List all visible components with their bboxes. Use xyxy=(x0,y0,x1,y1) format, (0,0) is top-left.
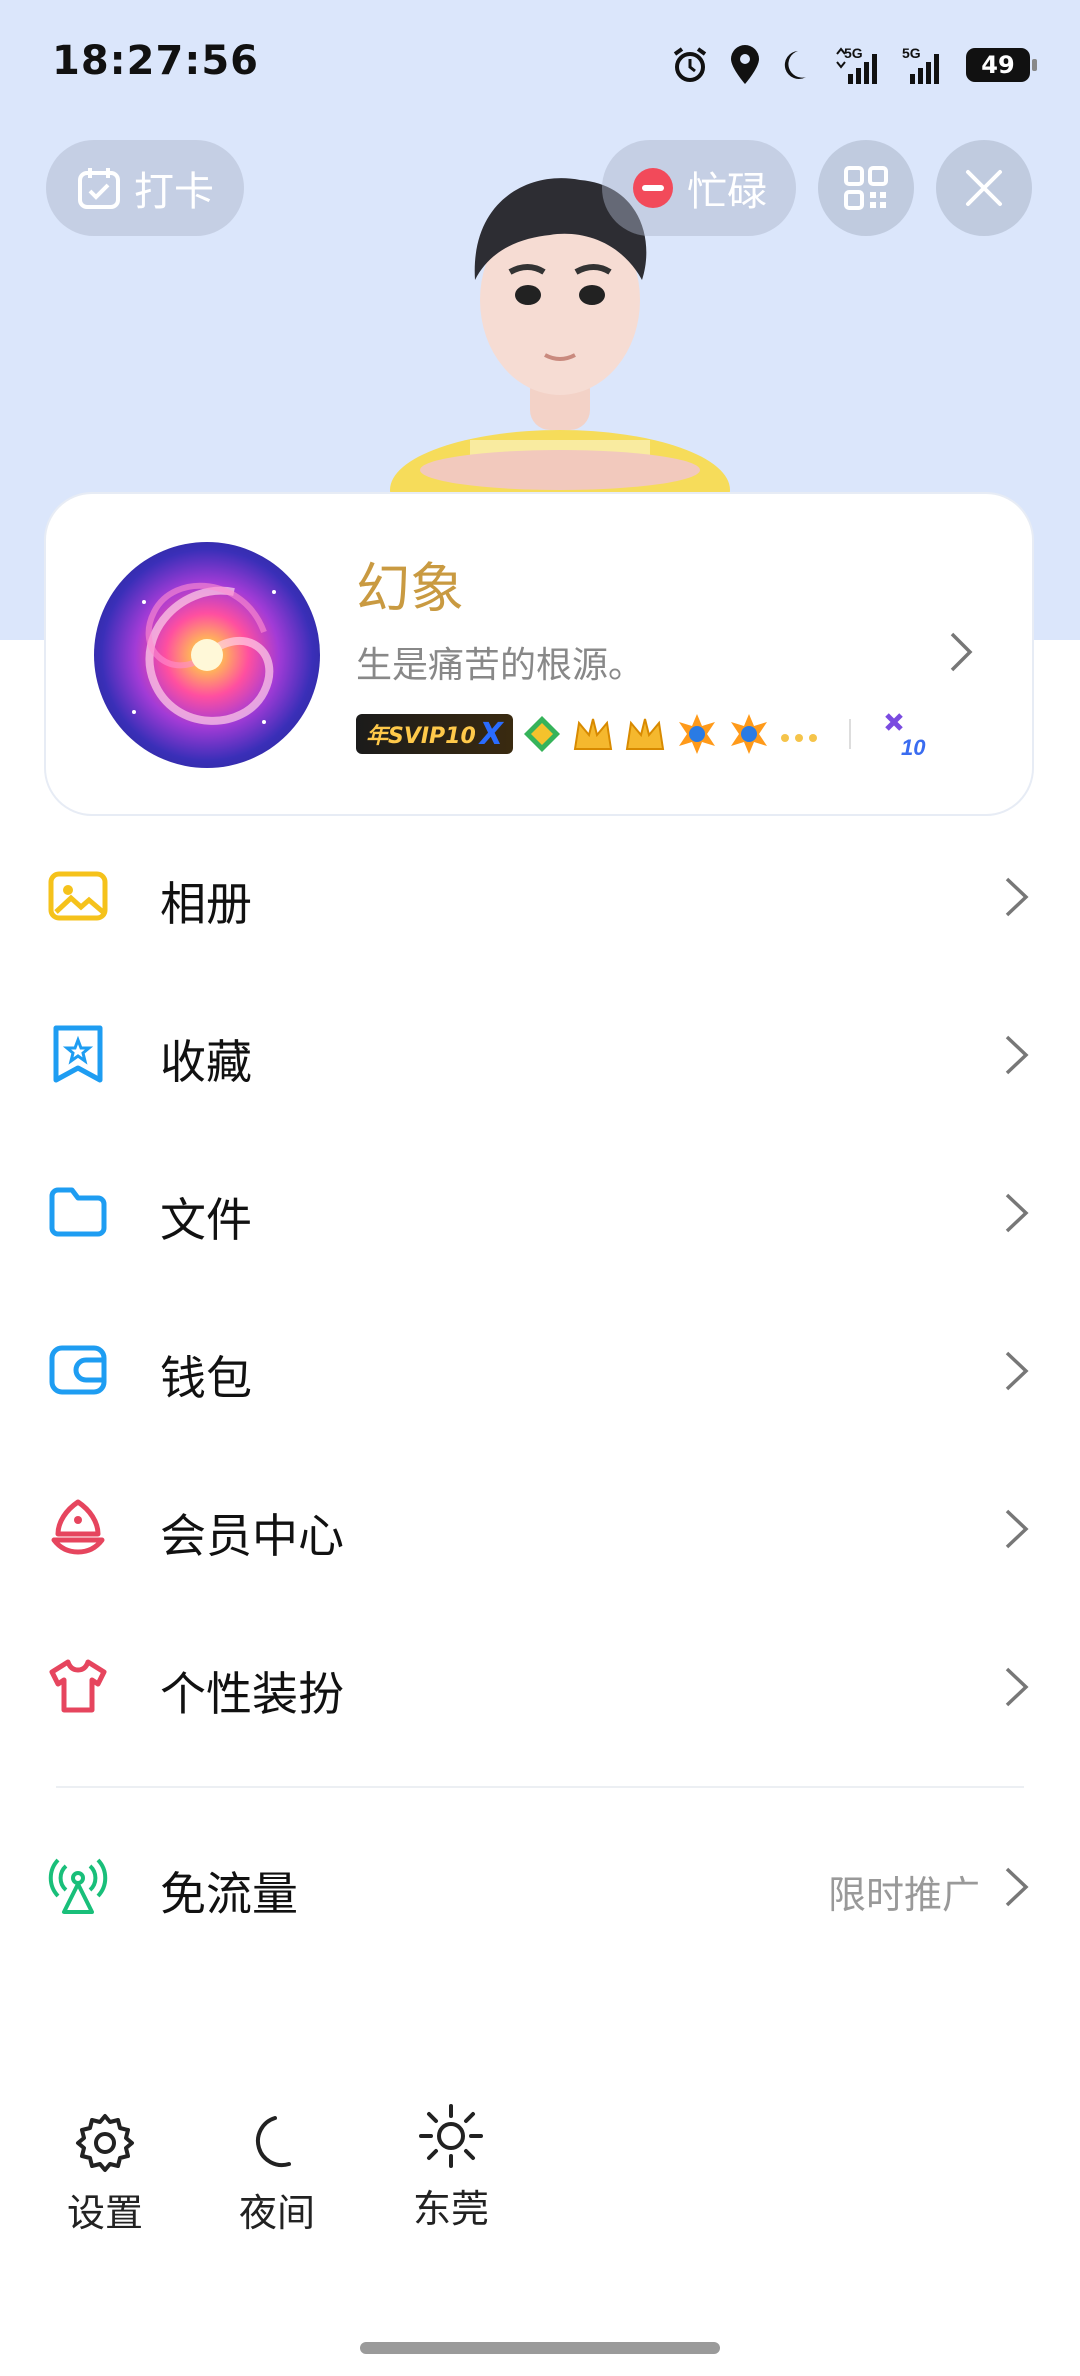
alarm-icon xyxy=(673,47,707,82)
qr-code-icon xyxy=(844,166,888,210)
weather-button[interactable]: 东莞 xyxy=(386,2102,516,2242)
menu-label: 文件 xyxy=(160,1193,252,1247)
chevron-right-icon xyxy=(1005,1667,1029,1707)
calendar-check-icon xyxy=(78,168,120,209)
member-center-icon xyxy=(51,1499,105,1555)
diamond-badge-icon xyxy=(523,716,560,752)
menu-label: 相册 xyxy=(160,877,252,931)
busy-label: 忙碌 xyxy=(687,169,767,215)
menu-item-member-center[interactable]: 会员中心 xyxy=(0,1450,1080,1608)
photo-album-icon xyxy=(48,871,108,921)
battery-indicator: 49 xyxy=(966,48,1037,82)
chevron-right-icon xyxy=(1005,1351,1029,1391)
profile-name: 幻象 xyxy=(356,557,464,620)
checkin-button[interactable]: 打卡 xyxy=(46,140,244,236)
profile-avatar[interactable] xyxy=(94,542,320,768)
menu-label: 会员中心 xyxy=(160,1509,344,1563)
chevron-right-icon xyxy=(1005,1193,1029,1233)
level-badge-icon: 10 xyxy=(885,713,926,759)
weather-city-label: 东莞 xyxy=(412,2187,489,2231)
chevron-right-icon xyxy=(1005,1867,1029,1907)
crown-badge-icon xyxy=(573,718,613,750)
settings-button[interactable]: 设置 xyxy=(40,2110,170,2250)
busy-status-button[interactable]: 忙碌 xyxy=(602,140,796,236)
do-not-disturb-icon xyxy=(633,168,673,208)
signal-5g-2-icon: 5G xyxy=(902,45,939,84)
badge-separator xyxy=(848,719,851,749)
menu-label: 钱包 xyxy=(160,1351,252,1405)
menu-label: 收藏 xyxy=(160,1035,252,1089)
menu-label: 个性装扮 xyxy=(160,1667,344,1721)
svg-text:10: 10 xyxy=(901,735,926,759)
menu-item-personalization[interactable]: 个性装扮 xyxy=(0,1608,1080,1766)
svip-badge: 年SVIP10 X xyxy=(356,714,513,754)
gear-icon xyxy=(76,2114,134,2172)
night-mode-button[interactable]: 夜间 xyxy=(212,2110,342,2250)
profile-card[interactable]: 幻象 生是痛苦的根源。 年SVIP10 X 10 xyxy=(46,494,1032,814)
profile-signature: 生是痛苦的根源。 xyxy=(356,645,645,686)
svg-text:5G: 5G xyxy=(902,45,921,61)
promo-tag: 限时推广 xyxy=(827,1873,980,1917)
close-icon xyxy=(966,170,1002,206)
menu-item-wallet[interactable]: 钱包 xyxy=(0,1292,1080,1450)
chevron-right-icon xyxy=(1005,877,1029,917)
qr-code-button[interactable] xyxy=(818,140,914,236)
sun-badge-icon xyxy=(678,714,715,754)
crown-badge-icon xyxy=(625,718,665,750)
sun-icon xyxy=(419,2104,483,2168)
menu-label: 免流量 xyxy=(160,1867,298,1921)
more-dots-icon xyxy=(780,734,817,742)
svip-badge-label: 年SVIP10 xyxy=(366,724,476,749)
badge-row[interactable]: 年SVIP10 X 10 xyxy=(356,708,931,760)
moon-icon xyxy=(255,2116,291,2168)
status-time: 18:27:56 xyxy=(52,38,259,84)
tshirt-icon xyxy=(49,1659,107,1713)
home-indicator[interactable] xyxy=(360,2342,720,2354)
moon-icon xyxy=(784,51,806,79)
menu-item-favorites[interactable]: 收藏 xyxy=(0,976,1080,1134)
wallet-icon xyxy=(49,1345,107,1395)
menu-item-free-data[interactable]: 免流量 限时推广 xyxy=(0,1808,1080,1966)
close-button[interactable] xyxy=(936,140,1032,236)
signal-tower-icon xyxy=(48,1858,108,1914)
signal-5g-1-icon: 5G xyxy=(836,45,877,84)
menu-item-files[interactable]: 文件 xyxy=(0,1134,1080,1292)
svg-text:5G: 5G xyxy=(844,45,863,61)
location-icon xyxy=(731,45,759,84)
night-label: 夜间 xyxy=(238,2191,315,2235)
settings-label: 设置 xyxy=(66,2191,143,2235)
battery-level: 49 xyxy=(981,51,1015,79)
galaxy-swirl xyxy=(132,582,276,725)
chevron-right-icon xyxy=(1005,1035,1029,1075)
folder-icon xyxy=(49,1187,107,1237)
menu-divider xyxy=(56,1786,1024,1788)
status-bar: 18:27:56 5G 5G 49 xyxy=(0,0,1080,130)
chevron-right-icon xyxy=(1005,1509,1029,1549)
checkin-label: 打卡 xyxy=(134,169,214,215)
menu-item-album[interactable]: 相册 xyxy=(0,818,1080,976)
sun-badge-icon xyxy=(730,714,767,754)
status-icons: 5G 5G 49 xyxy=(670,40,1037,90)
favorites-icon xyxy=(53,1025,103,1083)
chevron-right-icon xyxy=(950,632,973,672)
